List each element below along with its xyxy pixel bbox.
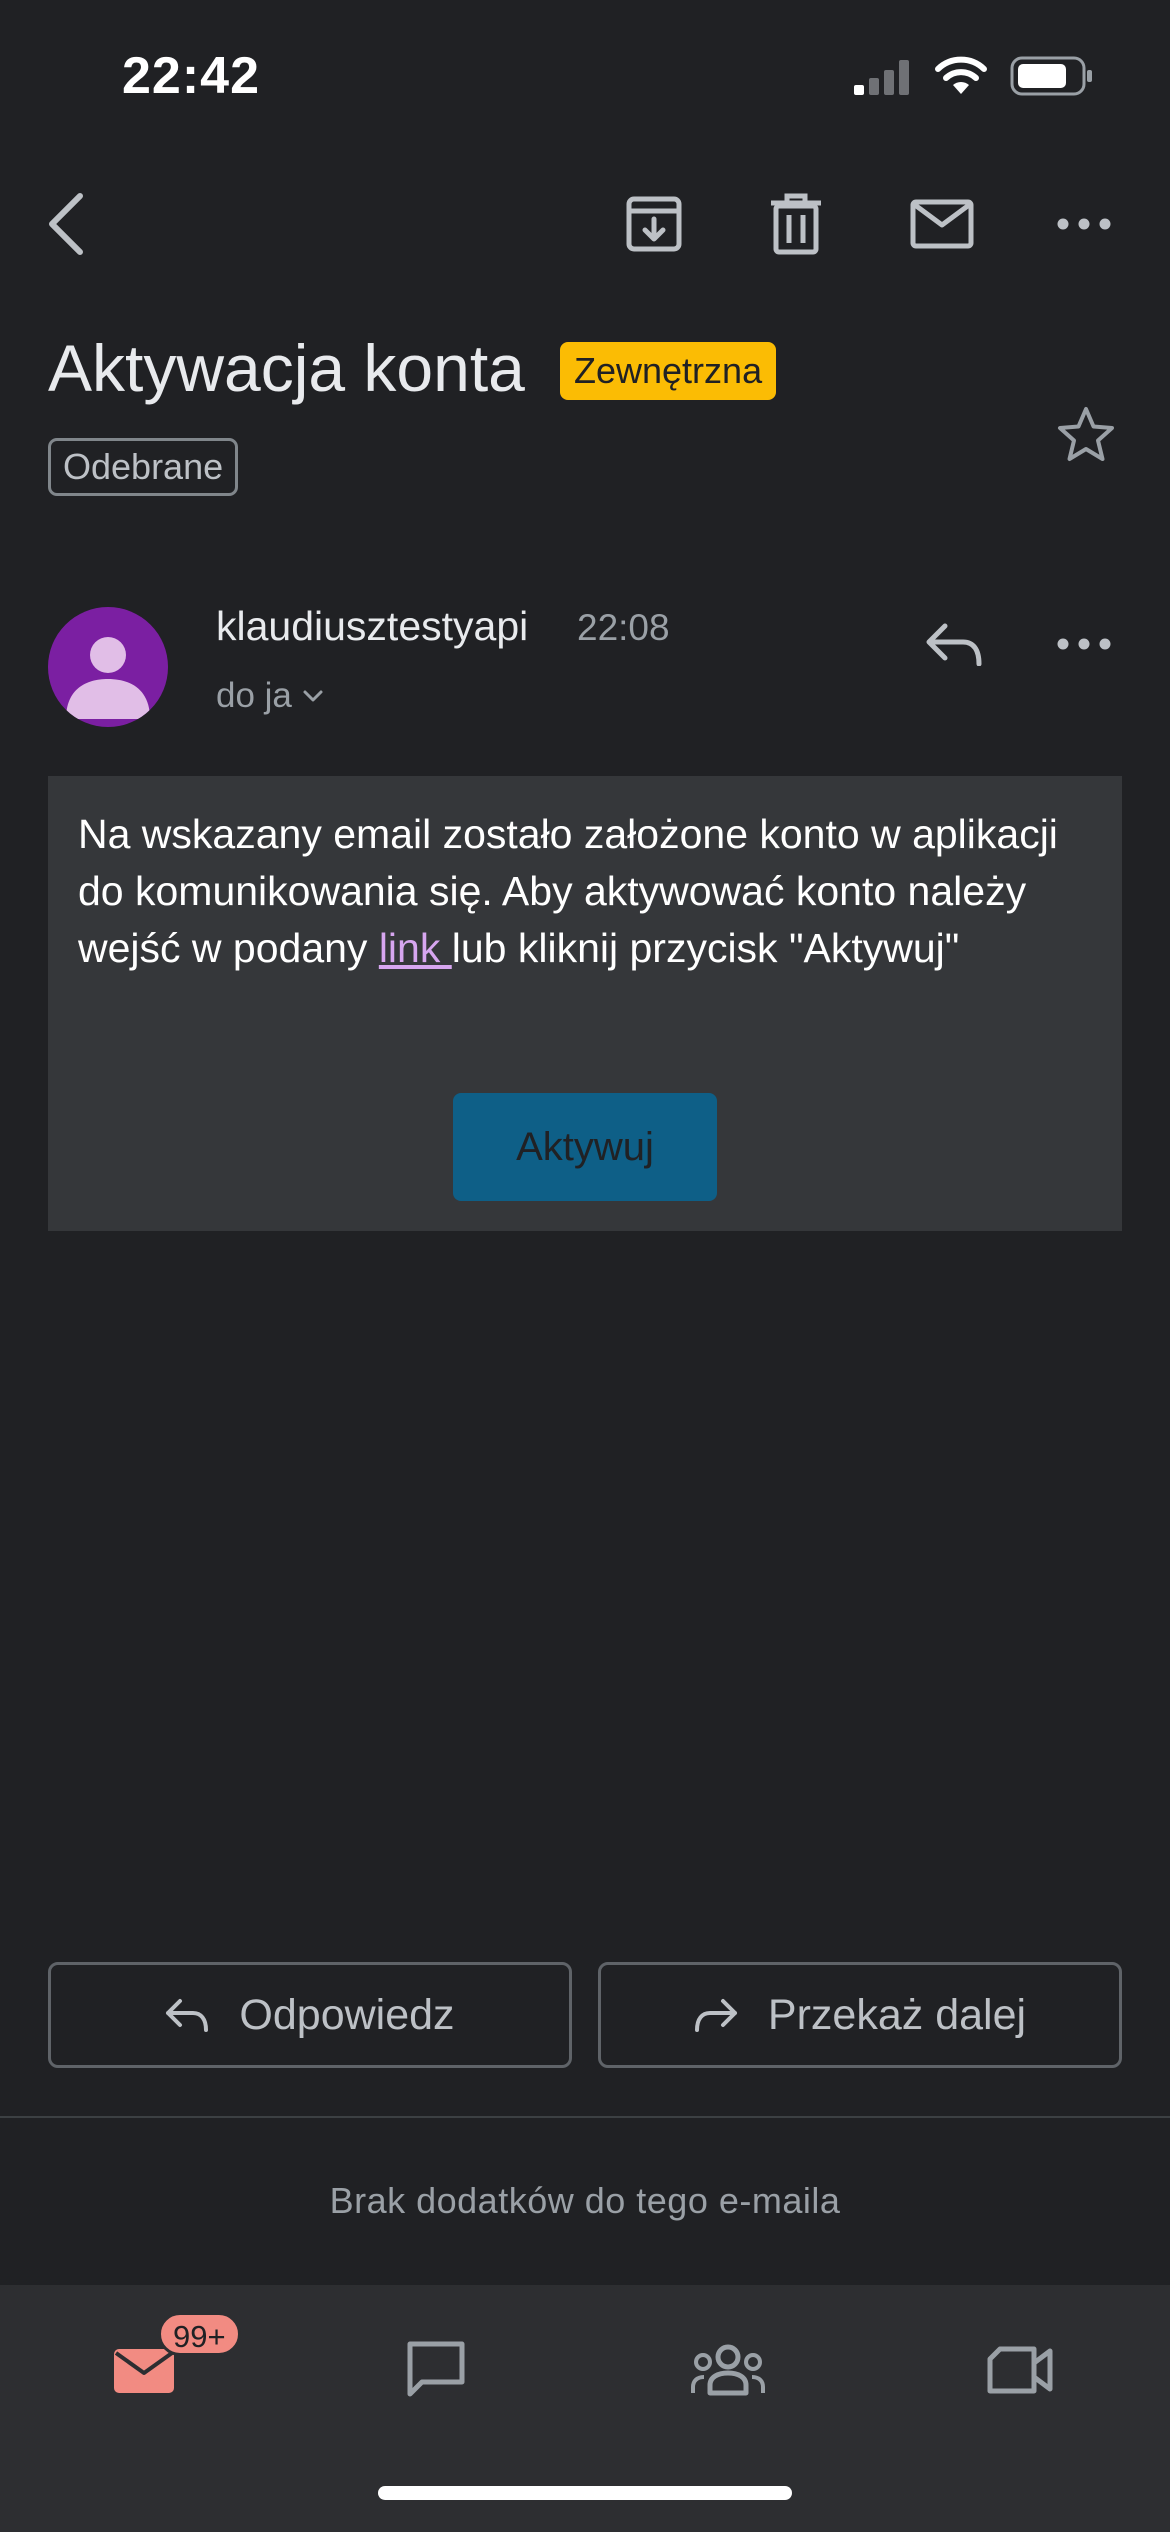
more-icon[interactable]: [1034, 174, 1134, 274]
archive-icon[interactable]: [604, 174, 704, 274]
mail-icon: [112, 2345, 176, 2395]
trash-icon[interactable]: [746, 174, 846, 274]
mail-count-badge: 99+: [158, 2312, 241, 2356]
nav-meet[interactable]: [960, 2320, 1080, 2420]
wifi-icon: [934, 54, 988, 96]
sender-name: klaudiusztestyapi: [216, 603, 529, 649]
email-subject: Aktywacja konta: [48, 331, 525, 405]
forward-button[interactable]: Przekaż dalej: [598, 1962, 1122, 2068]
external-badge: Zewnętrzna: [560, 342, 777, 400]
back-arrow-icon[interactable]: [16, 174, 116, 274]
activation-link[interactable]: link: [379, 925, 452, 971]
message-more-icon[interactable]: [1034, 594, 1134, 694]
message-text: Na wskazany email zostało założone konto…: [78, 806, 1098, 977]
forward-label: Przekaż dalej: [767, 1990, 1027, 2039]
reply-icon: [165, 1998, 209, 2032]
recipient-details[interactable]: do ja: [216, 676, 324, 716]
divider: [0, 2116, 1170, 2118]
forward-icon: [694, 1998, 738, 2032]
message-text-part2: lub kliknij przycisk "Aktywuj": [451, 925, 960, 971]
message-body: Na wskazany email zostało założone konto…: [48, 776, 1122, 1231]
home-indicator: [378, 2486, 792, 2500]
status-time: 22:42: [122, 47, 260, 105]
reply-label: Odpowiedz: [239, 1990, 455, 2039]
battery-icon: [1010, 56, 1094, 96]
star-icon[interactable]: [1036, 384, 1136, 484]
mark-unread-icon[interactable]: [892, 174, 992, 274]
video-camera-icon: [986, 2345, 1054, 2395]
label-chip-inbox[interactable]: Odebrane: [48, 438, 239, 496]
chevron-down-icon: [302, 689, 324, 703]
spaces-icon: [690, 2343, 766, 2397]
recipient-label: do ja: [216, 676, 292, 715]
reply-icon[interactable]: [904, 594, 1004, 694]
no-attachments-text: Brak dodatków do tego e-maila: [329, 2180, 841, 2221]
reply-button[interactable]: Odpowiedz: [48, 1962, 572, 2068]
avatar[interactable]: [48, 607, 168, 727]
chat-icon: [404, 2340, 468, 2400]
nav-spaces[interactable]: [668, 2320, 788, 2420]
activate-button[interactable]: Aktywuj: [453, 1093, 717, 1201]
email-time: 22:08: [577, 607, 670, 648]
cellular-signal-icon: [852, 58, 912, 96]
nav-chat[interactable]: [376, 2320, 496, 2420]
